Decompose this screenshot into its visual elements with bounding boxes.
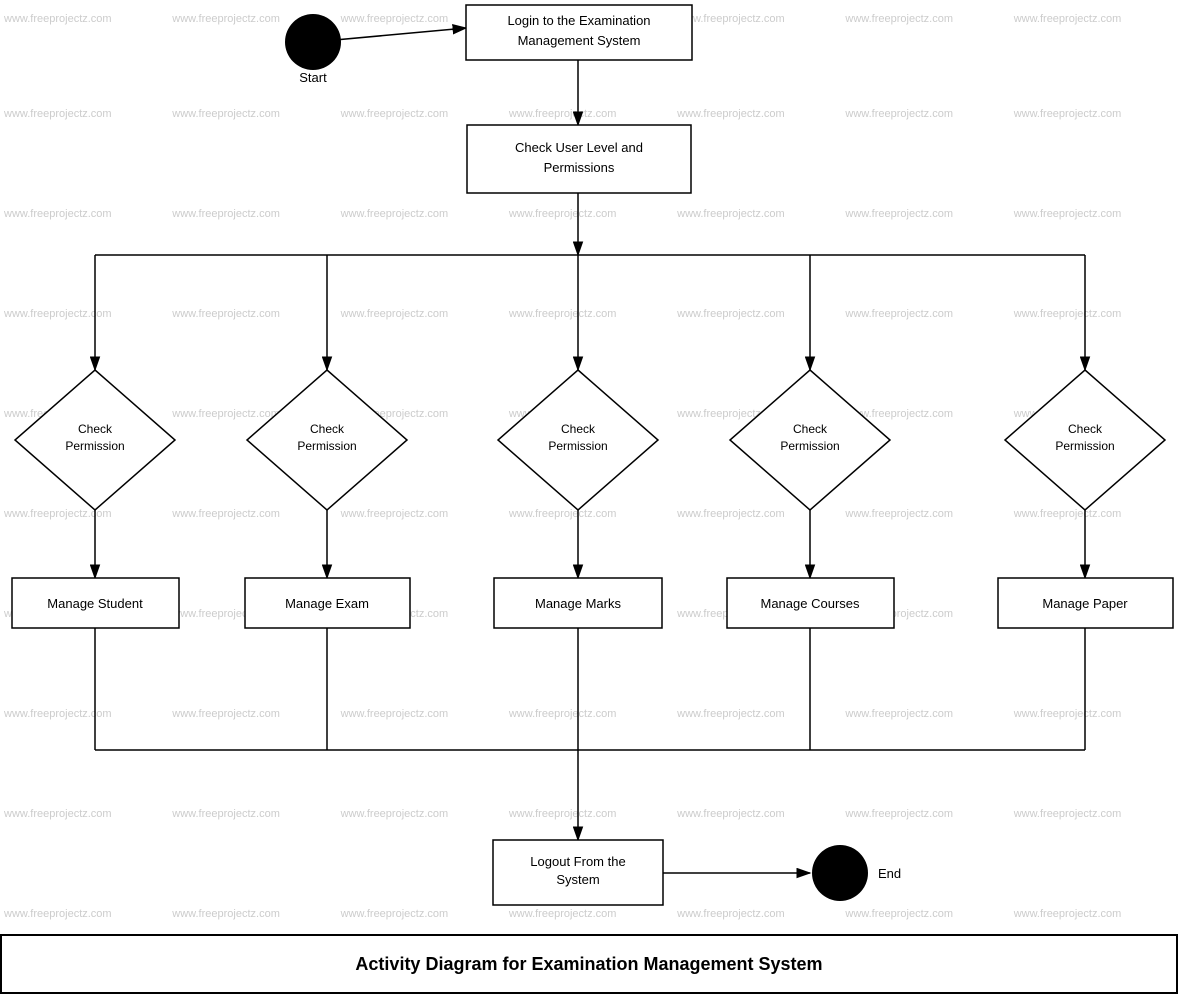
- logout-text-1: Logout From the: [530, 854, 625, 869]
- check-user-level-text-2: Permissions: [544, 160, 615, 175]
- check-perm-text-2b: Permission: [297, 439, 356, 453]
- start-circle: [285, 14, 341, 70]
- flowchart-svg: Start Login to the Examination Managemen…: [0, 0, 1178, 934]
- diagram-container: www.freeprojectz.com www.freeprojectz.co…: [0, 0, 1178, 994]
- check-perm-text-1b: Permission: [65, 439, 124, 453]
- manage-paper-text: Manage Paper: [1042, 596, 1128, 611]
- manage-student-text: Manage Student: [47, 596, 143, 611]
- check-perm-text-5a: Check: [1068, 422, 1103, 436]
- end-circle: [812, 845, 868, 901]
- manage-marks-text: Manage Marks: [535, 596, 621, 611]
- check-perm-text-3a: Check: [561, 422, 596, 436]
- manage-exam-text: Manage Exam: [285, 596, 369, 611]
- check-perm-text-5b: Permission: [1055, 439, 1114, 453]
- check-perm-text-2a: Check: [310, 422, 345, 436]
- logout-text-2: System: [556, 872, 599, 887]
- check-user-level-text-1: Check User Level and: [515, 140, 643, 155]
- manage-courses-text: Manage Courses: [761, 596, 860, 611]
- title-bar: Activity Diagram for Examination Managem…: [0, 934, 1178, 994]
- check-perm-text-3b: Permission: [548, 439, 607, 453]
- end-label: End: [878, 866, 901, 881]
- diagram-title: Activity Diagram for Examination Managem…: [355, 954, 822, 975]
- check-user-level-box: [467, 125, 691, 193]
- check-perm-text-1a: Check: [78, 422, 113, 436]
- check-perm-text-4a: Check: [793, 422, 828, 436]
- login-text-2: Management System: [518, 33, 641, 48]
- check-perm-text-4b: Permission: [780, 439, 839, 453]
- start-label: Start: [299, 70, 327, 85]
- login-text-1: Login to the Examination: [507, 13, 650, 28]
